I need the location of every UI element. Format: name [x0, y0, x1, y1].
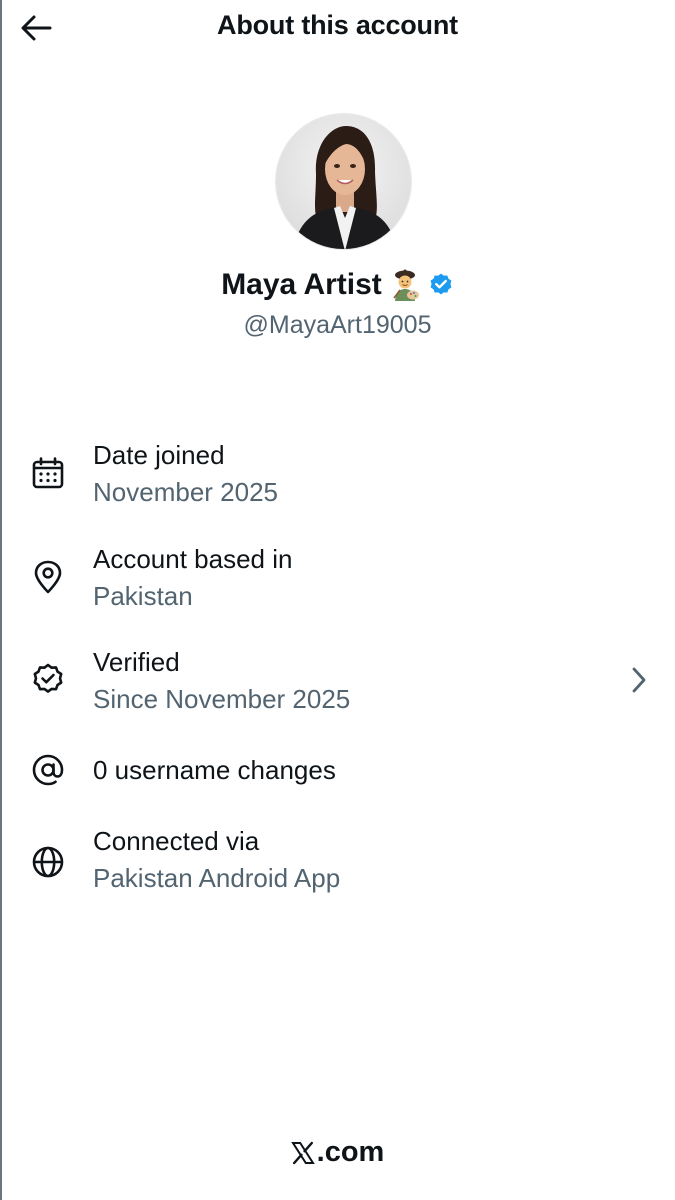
footer-brand: .com — [0, 1136, 675, 1169]
x-logo-icon — [290, 1141, 315, 1164]
profile-name-row: Maya Artist — [0, 268, 675, 302]
account-based-in-value: Pakistan — [93, 581, 193, 611]
verified-badge-outline-icon — [33, 663, 63, 693]
artist-emoji-icon — [388, 268, 422, 302]
username-changes-title: 0 username changes — [93, 755, 336, 785]
display-name: Maya Artist — [221, 268, 382, 301]
profile-photo — [276, 114, 411, 249]
header: About this account — [0, 0, 675, 56]
connected-via-value: Pakistan Android App — [93, 863, 341, 893]
avatar[interactable] — [275, 113, 412, 250]
verified-title: Verified — [93, 647, 180, 677]
left-edge-divider — [0, 0, 2, 1200]
globe-icon — [32, 846, 64, 878]
verified-badge-icon — [428, 272, 454, 298]
verified-value: Since November 2025 — [93, 684, 351, 714]
page-title: About this account — [217, 10, 458, 40]
footer-brand-text: .com — [316, 1136, 385, 1168]
location-pin-icon — [34, 560, 62, 594]
chevron-right-icon — [632, 667, 646, 693]
account-based-in-title: Account based in — [93, 544, 293, 574]
at-sign-icon — [32, 754, 64, 786]
handle: @MayaArt19005 — [243, 311, 432, 339]
connected-via-title: Connected via — [93, 826, 260, 856]
date-joined-title: Date joined — [93, 440, 225, 470]
date-joined-value: November 2025 — [93, 477, 278, 507]
calendar-icon — [32, 457, 64, 489]
